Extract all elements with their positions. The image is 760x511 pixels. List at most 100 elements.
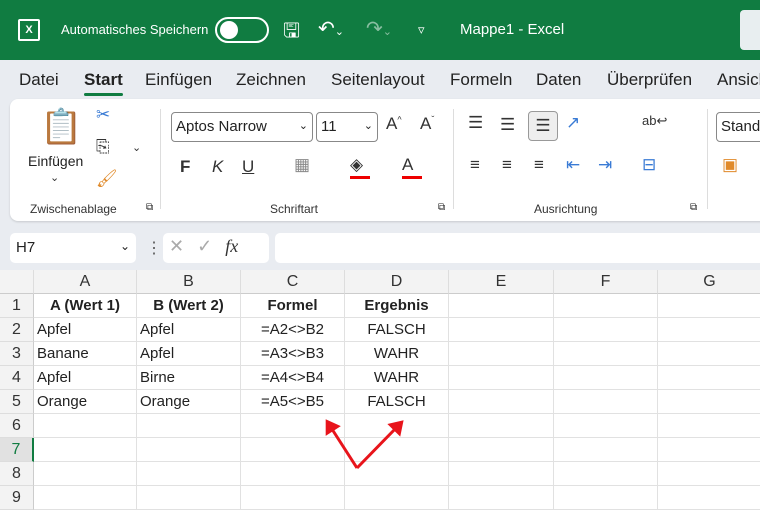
side-button[interactable]: [740, 10, 760, 50]
cell-A1[interactable]: A (Wert 1): [34, 294, 137, 318]
orientation-icon[interactable]: ↗: [566, 113, 580, 133]
tab-ansicht[interactable]: Ansicht: [717, 70, 760, 90]
column-header-G[interactable]: G: [658, 270, 760, 294]
cell-D5[interactable]: FALSCH: [345, 390, 449, 414]
cut-icon[interactable]: ✂: [96, 105, 110, 125]
copy-icon[interactable]: ⎘: [96, 137, 110, 157]
autosave-toggle[interactable]: [215, 17, 269, 43]
cell-G2[interactable]: [658, 318, 760, 342]
insert-function-icon[interactable]: fx: [225, 236, 238, 256]
cell-D1[interactable]: Ergebnis: [345, 294, 449, 318]
cell-C2[interactable]: =A2<>B2: [241, 318, 345, 342]
row-header-2[interactable]: 2: [0, 318, 34, 342]
cell-F1[interactable]: [554, 294, 658, 318]
cell-F5[interactable]: [554, 390, 658, 414]
cell-E9[interactable]: [449, 486, 554, 510]
row-header-9[interactable]: 9: [0, 486, 34, 510]
cell-C7[interactable]: [241, 438, 345, 462]
tab-seitenlayout[interactable]: Seitenlayout: [331, 70, 425, 90]
paste-dropdown-icon[interactable]: ⌄: [50, 171, 59, 184]
cell-B4[interactable]: Birne: [137, 366, 241, 390]
row-header-3[interactable]: 3: [0, 342, 34, 366]
cell-G1[interactable]: [658, 294, 760, 318]
tab-ueberpruefen[interactable]: Überprüfen: [607, 70, 692, 90]
tab-formeln[interactable]: Formeln: [450, 70, 512, 90]
cell-A8[interactable]: [34, 462, 137, 486]
cell-F6[interactable]: [554, 414, 658, 438]
format-painter-icon[interactable]: 🖌: [96, 169, 118, 189]
tab-start[interactable]: Start: [84, 70, 123, 96]
cell-E3[interactable]: [449, 342, 554, 366]
cell-C8[interactable]: [241, 462, 345, 486]
align-top-icon[interactable]: ☰: [468, 113, 483, 133]
font-name-select[interactable]: Aptos Narrow ⌄: [171, 112, 313, 142]
row-header-1[interactable]: 1: [0, 294, 34, 318]
cell-G3[interactable]: [658, 342, 760, 366]
cell-B6[interactable]: [137, 414, 241, 438]
merge-center-icon[interactable]: ⊟: [642, 155, 656, 175]
cell-A7[interactable]: [34, 438, 137, 462]
column-header-C[interactable]: C: [241, 270, 345, 294]
italic-button[interactable]: K: [212, 157, 223, 177]
cell-E2[interactable]: [449, 318, 554, 342]
cell-C3[interactable]: =A3<>B3: [241, 342, 345, 366]
increase-font-icon[interactable]: A^: [386, 114, 402, 134]
cell-D9[interactable]: [345, 486, 449, 510]
cell-C9[interactable]: [241, 486, 345, 510]
align-right-icon[interactable]: ≡: [534, 155, 544, 175]
wrap-text-icon[interactable]: ab↩: [642, 113, 667, 129]
cell-D6[interactable]: [345, 414, 449, 438]
copy-dropdown-icon[interactable]: ⌄: [132, 141, 141, 154]
cell-B1[interactable]: B (Wert 2): [137, 294, 241, 318]
save-icon[interactable]: 🖫: [283, 16, 300, 50]
borders-icon[interactable]: ▦: [294, 155, 310, 175]
cell-F9[interactable]: [554, 486, 658, 510]
cell-C1[interactable]: Formel: [241, 294, 345, 318]
cell-F8[interactable]: [554, 462, 658, 486]
cell-F2[interactable]: [554, 318, 658, 342]
clipboard-launcher-icon[interactable]: ⧉: [146, 202, 153, 213]
cell-B3[interactable]: Apfel: [137, 342, 241, 366]
cell-B2[interactable]: Apfel: [137, 318, 241, 342]
font-size-select[interactable]: 11 ⌄: [316, 112, 378, 142]
align-center-icon[interactable]: ≡: [502, 155, 512, 175]
cell-G6[interactable]: [658, 414, 760, 438]
cell-F4[interactable]: [554, 366, 658, 390]
tab-datei[interactable]: Datei: [19, 70, 59, 90]
cell-A3[interactable]: Banane: [34, 342, 137, 366]
row-header-7[interactable]: 7: [0, 438, 34, 462]
redo-icon[interactable]: ↷⌄: [366, 16, 392, 41]
increase-indent-icon[interactable]: ⇥: [598, 155, 612, 175]
formula-input[interactable]: [275, 233, 760, 263]
tab-einfuegen[interactable]: Einfügen: [145, 70, 212, 90]
column-header-D[interactable]: D: [345, 270, 449, 294]
align-left-icon[interactable]: ≡: [470, 155, 480, 175]
cell-F3[interactable]: [554, 342, 658, 366]
cell-E6[interactable]: [449, 414, 554, 438]
decrease-indent-icon[interactable]: ⇤: [566, 155, 580, 175]
cell-D4[interactable]: WAHR: [345, 366, 449, 390]
customize-quick-access-icon[interactable]: ▿: [418, 22, 425, 38]
enter-icon[interactable]: ✓: [197, 236, 212, 256]
paste-button[interactable]: Einfügen: [28, 153, 83, 169]
name-box[interactable]: H7 ⌄: [10, 233, 136, 263]
cell-A2[interactable]: Apfel: [34, 318, 137, 342]
cell-A4[interactable]: Apfel: [34, 366, 137, 390]
cell-E5[interactable]: [449, 390, 554, 414]
cell-D3[interactable]: WAHR: [345, 342, 449, 366]
align-bottom-icon[interactable]: ☰: [528, 111, 558, 141]
cell-A9[interactable]: [34, 486, 137, 510]
row-header-4[interactable]: 4: [0, 366, 34, 390]
column-header-A[interactable]: A: [34, 270, 137, 294]
cell-B8[interactable]: [137, 462, 241, 486]
row-header-6[interactable]: 6: [0, 414, 34, 438]
row-header-8[interactable]: 8: [0, 462, 34, 486]
column-header-B[interactable]: B: [137, 270, 241, 294]
bold-button[interactable]: F: [180, 157, 190, 177]
cell-C6[interactable]: [241, 414, 345, 438]
font-launcher-icon[interactable]: ⧉: [438, 202, 445, 213]
paste-icon[interactable]: 📋: [40, 107, 82, 147]
cell-G8[interactable]: [658, 462, 760, 486]
cell-E7[interactable]: [449, 438, 554, 462]
column-header-E[interactable]: E: [449, 270, 554, 294]
